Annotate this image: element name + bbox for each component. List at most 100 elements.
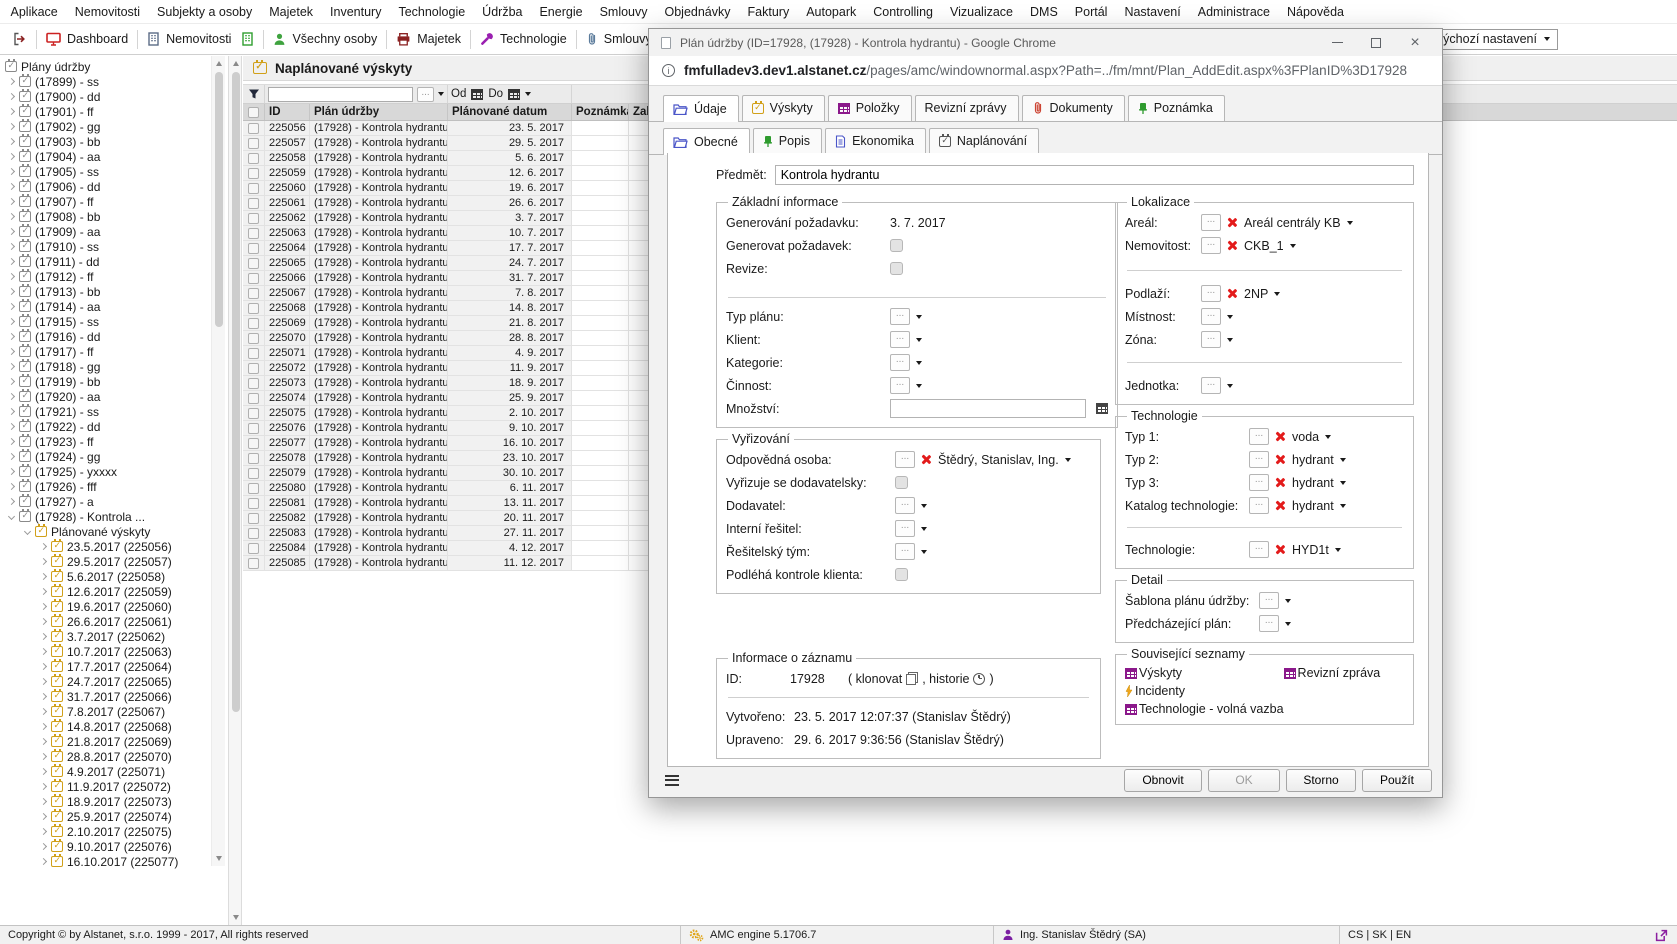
tab-udaje[interactable]: Údaje [663,95,739,122]
tree-item-plan[interactable]: (17922) - dd [0,419,211,434]
chevron-right-icon[interactable] [8,78,15,85]
menu-item[interactable]: Majetek [261,5,322,19]
menu-item[interactable]: Nastavení [1116,5,1189,19]
tree-item-plan[interactable]: (17924) - gg [0,449,211,464]
chevron-right-icon[interactable] [8,303,15,310]
dodavatel-lookup-button[interactable] [895,497,915,514]
nemovitost-lookup-button[interactable] [1201,237,1221,254]
link-vyskyty[interactable]: Výskyty [1125,665,1284,681]
tab-polozky[interactable]: Položky [828,95,912,121]
tree-item-occurrence[interactable]: 16.10.2017 (225077) [0,854,211,869]
tree-item-plan[interactable]: (17926) - fff [0,479,211,494]
chevron-right-icon[interactable] [8,348,15,355]
chevron-down-icon[interactable] [916,315,922,319]
tree-item-plan[interactable]: (17912) - ff [0,269,211,284]
tab-revizni-zpravy[interactable]: Revizní zprávy [915,95,1019,121]
chevron-down-icon[interactable] [1285,599,1291,603]
close-button[interactable] [1400,29,1430,56]
tree-item-plan[interactable]: (17902) - gg [0,119,211,134]
tree-item-occurrence[interactable]: 26.6.2017 (225061) [0,614,211,629]
maximize-button[interactable] [1361,29,1391,56]
tree-item-plan[interactable]: (17908) - bb [0,209,211,224]
clear-x-icon[interactable] [921,454,932,465]
revize-checkbox[interactable] [890,262,903,275]
chevron-right-icon[interactable] [40,693,47,700]
tree-item-plan[interactable]: (17923) - ff [0,434,211,449]
column-header-id[interactable]: ID [265,104,310,120]
chevron-right-icon[interactable] [40,768,47,775]
chevron-right-icon[interactable] [8,108,15,115]
areal-lookup-button[interactable] [1201,214,1221,231]
menu-item[interactable]: DMS [1022,5,1067,19]
chevron-right-icon[interactable] [40,828,47,835]
scrollbar-thumb[interactable] [215,72,223,327]
clone-link[interactable]: ( klonovat [848,672,902,686]
chevron-right-icon[interactable] [40,648,47,655]
language-switcher[interactable]: CS | SK | EN [1340,926,1647,944]
menu-item[interactable]: Údržba [474,5,531,19]
tree-item-occurrence[interactable]: 31.7.2017 (225066) [0,689,211,704]
scroll-up-icon[interactable] [233,61,239,66]
generovat-checkbox[interactable] [890,239,903,252]
chevron-right-icon[interactable] [8,273,15,280]
chevron-down-icon[interactable] [921,527,927,531]
tree-item-occurrence[interactable]: 11.9.2017 (225072) [0,779,211,794]
calc-grid-icon[interactable] [1096,403,1108,414]
tree-item-occurrence[interactable]: 21.8.2017 (225069) [0,734,211,749]
chevron-down-icon[interactable] [1285,622,1291,626]
chevron-down-icon[interactable] [24,528,31,535]
chevron-down-icon[interactable] [1065,458,1071,462]
chevron-down-icon[interactable] [438,92,444,96]
date-picker-icon[interactable] [471,89,483,100]
technologie-lookup-button[interactable] [1249,541,1269,558]
tree-item-plan[interactable]: (17915) - ss [0,314,211,329]
footer-hamburger-icon[interactable] [665,775,679,786]
row-checkbox[interactable] [248,183,259,194]
row-checkbox[interactable] [248,453,259,464]
subtab-obecne[interactable]: Obecné [663,128,750,155]
chevron-right-icon[interactable] [8,243,15,250]
jednotka-lookup-button[interactable] [1201,377,1221,394]
row-checkbox[interactable] [248,363,259,374]
menu-item[interactable]: Subjekty a osoby [149,5,261,19]
tree-item-plan[interactable]: (17916) - dd [0,329,211,344]
chevron-down-icon[interactable] [1340,481,1346,485]
menu-item[interactable]: Smlouvy [591,5,656,19]
chevron-right-icon[interactable] [40,588,47,595]
tree-item-plan[interactable]: (17905) - ss [0,164,211,179]
clear-x-icon[interactable] [1275,454,1286,465]
chevron-right-icon[interactable] [8,498,15,505]
chevron-down-icon[interactable] [1340,504,1346,508]
typ-planu-lookup-button[interactable] [890,308,910,325]
tree-item-plan-expanded[interactable]: (17928) - Kontrola ... [0,509,211,524]
building-green-button[interactable] [236,29,259,49]
tree-item-plan[interactable]: (17921) - ss [0,404,211,419]
clear-x-icon[interactable] [1227,217,1238,228]
tree-item-plan[interactable]: (17901) - ff [0,104,211,119]
filter-lookup-button[interactable] [417,87,434,102]
chevron-right-icon[interactable] [40,603,47,610]
row-checkbox[interactable] [248,213,259,224]
clear-x-icon[interactable] [1227,240,1238,251]
tree-item-plan[interactable]: (17900) - dd [0,89,211,104]
chevron-down-icon[interactable] [1325,435,1331,439]
tree-root[interactable]: Plány údržby [0,59,211,74]
chevron-right-icon[interactable] [8,123,15,130]
toolbar-item-vsechny-osoby[interactable]: Všechny osoby [268,29,382,49]
window-titlebar[interactable]: Plán údržby (ID=17928, (17928) - Kontrol… [649,29,1442,56]
external-link-button[interactable] [1647,926,1677,944]
tree-item-plan[interactable]: (17903) - bb [0,134,211,149]
chevron-right-icon[interactable] [40,708,47,715]
chevron-down-icon[interactable] [1227,315,1233,319]
katalog-lookup-button[interactable] [1249,497,1269,514]
tree-item-plan[interactable]: (17899) - ss [0,74,211,89]
tree-item-plan[interactable]: (17918) - gg [0,359,211,374]
toolbar-item-dashboard[interactable]: Dashboard [41,29,133,49]
row-checkbox[interactable] [248,273,259,284]
chevron-right-icon[interactable] [8,408,15,415]
chevron-right-icon[interactable] [8,183,15,190]
row-checkbox[interactable] [248,348,259,359]
tree-item-occurrence[interactable]: 4.9.2017 (225071) [0,764,211,779]
link-revizni-zprava[interactable]: Revizní zpráva [1284,665,1404,681]
tree-item-plan[interactable]: (17904) - aa [0,149,211,164]
